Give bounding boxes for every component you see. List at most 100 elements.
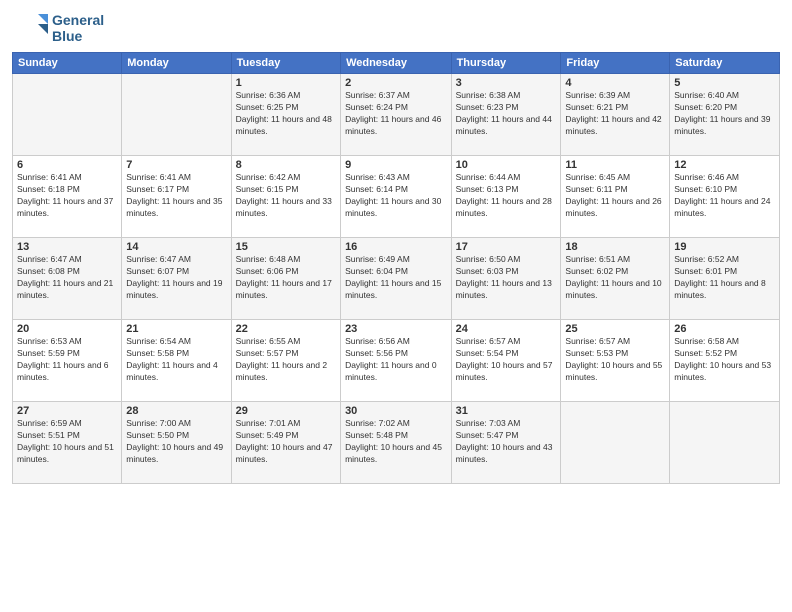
day-number: 11 (565, 159, 665, 171)
day-info: Sunrise: 6:49 AM Sunset: 6:04 PM Dayligh… (345, 254, 447, 302)
day-number: 18 (565, 241, 665, 253)
day-number: 7 (126, 159, 226, 171)
calendar-cell: 29Sunrise: 7:01 AM Sunset: 5:49 PM Dayli… (231, 402, 340, 484)
day-info: Sunrise: 6:50 AM Sunset: 6:03 PM Dayligh… (456, 254, 557, 302)
calendar-week-4: 20Sunrise: 6:53 AM Sunset: 5:59 PM Dayli… (13, 320, 780, 402)
calendar-cell: 15Sunrise: 6:48 AM Sunset: 6:06 PM Dayli… (231, 238, 340, 320)
logo-line2: Blue (52, 28, 104, 44)
logo-line1: General (52, 12, 104, 28)
day-info: Sunrise: 6:44 AM Sunset: 6:13 PM Dayligh… (456, 172, 557, 220)
calendar-week-5: 27Sunrise: 6:59 AM Sunset: 5:51 PM Dayli… (13, 402, 780, 484)
calendar-cell: 16Sunrise: 6:49 AM Sunset: 6:04 PM Dayli… (341, 238, 452, 320)
calendar-cell: 13Sunrise: 6:47 AM Sunset: 6:08 PM Dayli… (13, 238, 122, 320)
day-number: 23 (345, 323, 447, 335)
day-header-thursday: Thursday (451, 53, 561, 74)
day-number: 15 (236, 241, 336, 253)
day-number: 29 (236, 405, 336, 417)
day-number: 31 (456, 405, 557, 417)
calendar-cell: 12Sunrise: 6:46 AM Sunset: 6:10 PM Dayli… (670, 156, 780, 238)
day-info: Sunrise: 7:02 AM Sunset: 5:48 PM Dayligh… (345, 418, 447, 466)
day-info: Sunrise: 6:43 AM Sunset: 6:14 PM Dayligh… (345, 172, 447, 220)
day-header-sunday: Sunday (13, 53, 122, 74)
calendar-cell: 17Sunrise: 6:50 AM Sunset: 6:03 PM Dayli… (451, 238, 561, 320)
day-header-friday: Friday (561, 53, 670, 74)
calendar-cell: 7Sunrise: 6:41 AM Sunset: 6:17 PM Daylig… (122, 156, 231, 238)
day-info: Sunrise: 6:51 AM Sunset: 6:02 PM Dayligh… (565, 254, 665, 302)
day-number: 1 (236, 77, 336, 89)
calendar-cell: 26Sunrise: 6:58 AM Sunset: 5:52 PM Dayli… (670, 320, 780, 402)
day-number: 9 (345, 159, 447, 171)
day-number: 10 (456, 159, 557, 171)
day-number: 8 (236, 159, 336, 171)
calendar-cell: 31Sunrise: 7:03 AM Sunset: 5:47 PM Dayli… (451, 402, 561, 484)
day-info: Sunrise: 7:01 AM Sunset: 5:49 PM Dayligh… (236, 418, 336, 466)
calendar-header-row: SundayMondayTuesdayWednesdayThursdayFrid… (13, 53, 780, 74)
calendar-cell: 18Sunrise: 6:51 AM Sunset: 6:02 PM Dayli… (561, 238, 670, 320)
day-number: 30 (345, 405, 447, 417)
calendar-cell: 9Sunrise: 6:43 AM Sunset: 6:14 PM Daylig… (341, 156, 452, 238)
day-info: Sunrise: 6:54 AM Sunset: 5:58 PM Dayligh… (126, 336, 226, 384)
calendar-cell: 5Sunrise: 6:40 AM Sunset: 6:20 PM Daylig… (670, 74, 780, 156)
day-number: 22 (236, 323, 336, 335)
page-container: General Blue SundayMondayTuesdayWednesda… (0, 0, 792, 612)
calendar-week-2: 6Sunrise: 6:41 AM Sunset: 6:18 PM Daylig… (13, 156, 780, 238)
day-header-wednesday: Wednesday (341, 53, 452, 74)
day-info: Sunrise: 6:45 AM Sunset: 6:11 PM Dayligh… (565, 172, 665, 220)
day-info: Sunrise: 7:03 AM Sunset: 5:47 PM Dayligh… (456, 418, 557, 466)
day-info: Sunrise: 6:41 AM Sunset: 6:18 PM Dayligh… (17, 172, 117, 220)
calendar-cell: 10Sunrise: 6:44 AM Sunset: 6:13 PM Dayli… (451, 156, 561, 238)
calendar-cell: 2Sunrise: 6:37 AM Sunset: 6:24 PM Daylig… (341, 74, 452, 156)
day-info: Sunrise: 6:53 AM Sunset: 5:59 PM Dayligh… (17, 336, 117, 384)
day-number: 21 (126, 323, 226, 335)
day-info: Sunrise: 6:46 AM Sunset: 6:10 PM Dayligh… (674, 172, 775, 220)
calendar-cell: 3Sunrise: 6:38 AM Sunset: 6:23 PM Daylig… (451, 74, 561, 156)
day-number: 5 (674, 77, 775, 89)
calendar-cell: 1Sunrise: 6:36 AM Sunset: 6:25 PM Daylig… (231, 74, 340, 156)
day-header-monday: Monday (122, 53, 231, 74)
calendar-cell: 22Sunrise: 6:55 AM Sunset: 5:57 PM Dayli… (231, 320, 340, 402)
day-number: 26 (674, 323, 775, 335)
calendar-cell (122, 74, 231, 156)
day-number: 14 (126, 241, 226, 253)
calendar-cell (13, 74, 122, 156)
calendar-cell: 4Sunrise: 6:39 AM Sunset: 6:21 PM Daylig… (561, 74, 670, 156)
calendar-cell: 24Sunrise: 6:57 AM Sunset: 5:54 PM Dayli… (451, 320, 561, 402)
day-info: Sunrise: 6:56 AM Sunset: 5:56 PM Dayligh… (345, 336, 447, 384)
day-number: 27 (17, 405, 117, 417)
day-info: Sunrise: 6:37 AM Sunset: 6:24 PM Dayligh… (345, 90, 447, 138)
day-info: Sunrise: 7:00 AM Sunset: 5:50 PM Dayligh… (126, 418, 226, 466)
calendar-cell: 23Sunrise: 6:56 AM Sunset: 5:56 PM Dayli… (341, 320, 452, 402)
day-info: Sunrise: 6:59 AM Sunset: 5:51 PM Dayligh… (17, 418, 117, 466)
day-number: 6 (17, 159, 117, 171)
calendar-week-1: 1Sunrise: 6:36 AM Sunset: 6:25 PM Daylig… (13, 74, 780, 156)
calendar-cell: 20Sunrise: 6:53 AM Sunset: 5:59 PM Dayli… (13, 320, 122, 402)
day-number: 25 (565, 323, 665, 335)
day-info: Sunrise: 6:57 AM Sunset: 5:53 PM Dayligh… (565, 336, 665, 384)
day-number: 13 (17, 241, 117, 253)
day-info: Sunrise: 6:40 AM Sunset: 6:20 PM Dayligh… (674, 90, 775, 138)
calendar-cell: 27Sunrise: 6:59 AM Sunset: 5:51 PM Dayli… (13, 402, 122, 484)
calendar-table: SundayMondayTuesdayWednesdayThursdayFrid… (12, 52, 780, 484)
logo-svg (12, 10, 48, 46)
calendar-cell: 8Sunrise: 6:42 AM Sunset: 6:15 PM Daylig… (231, 156, 340, 238)
day-number: 4 (565, 77, 665, 89)
day-info: Sunrise: 6:36 AM Sunset: 6:25 PM Dayligh… (236, 90, 336, 138)
calendar-cell: 6Sunrise: 6:41 AM Sunset: 6:18 PM Daylig… (13, 156, 122, 238)
day-number: 24 (456, 323, 557, 335)
day-number: 12 (674, 159, 775, 171)
day-info: Sunrise: 6:48 AM Sunset: 6:06 PM Dayligh… (236, 254, 336, 302)
day-header-saturday: Saturday (670, 53, 780, 74)
calendar-cell (670, 402, 780, 484)
day-info: Sunrise: 6:57 AM Sunset: 5:54 PM Dayligh… (456, 336, 557, 384)
day-info: Sunrise: 6:38 AM Sunset: 6:23 PM Dayligh… (456, 90, 557, 138)
day-number: 17 (456, 241, 557, 253)
day-info: Sunrise: 6:39 AM Sunset: 6:21 PM Dayligh… (565, 90, 665, 138)
day-number: 19 (674, 241, 775, 253)
day-info: Sunrise: 6:47 AM Sunset: 6:07 PM Dayligh… (126, 254, 226, 302)
day-info: Sunrise: 6:42 AM Sunset: 6:15 PM Dayligh… (236, 172, 336, 220)
day-info: Sunrise: 6:58 AM Sunset: 5:52 PM Dayligh… (674, 336, 775, 384)
day-info: Sunrise: 6:47 AM Sunset: 6:08 PM Dayligh… (17, 254, 117, 302)
day-info: Sunrise: 6:52 AM Sunset: 6:01 PM Dayligh… (674, 254, 775, 302)
header: General Blue (12, 10, 780, 46)
calendar-cell: 21Sunrise: 6:54 AM Sunset: 5:58 PM Dayli… (122, 320, 231, 402)
